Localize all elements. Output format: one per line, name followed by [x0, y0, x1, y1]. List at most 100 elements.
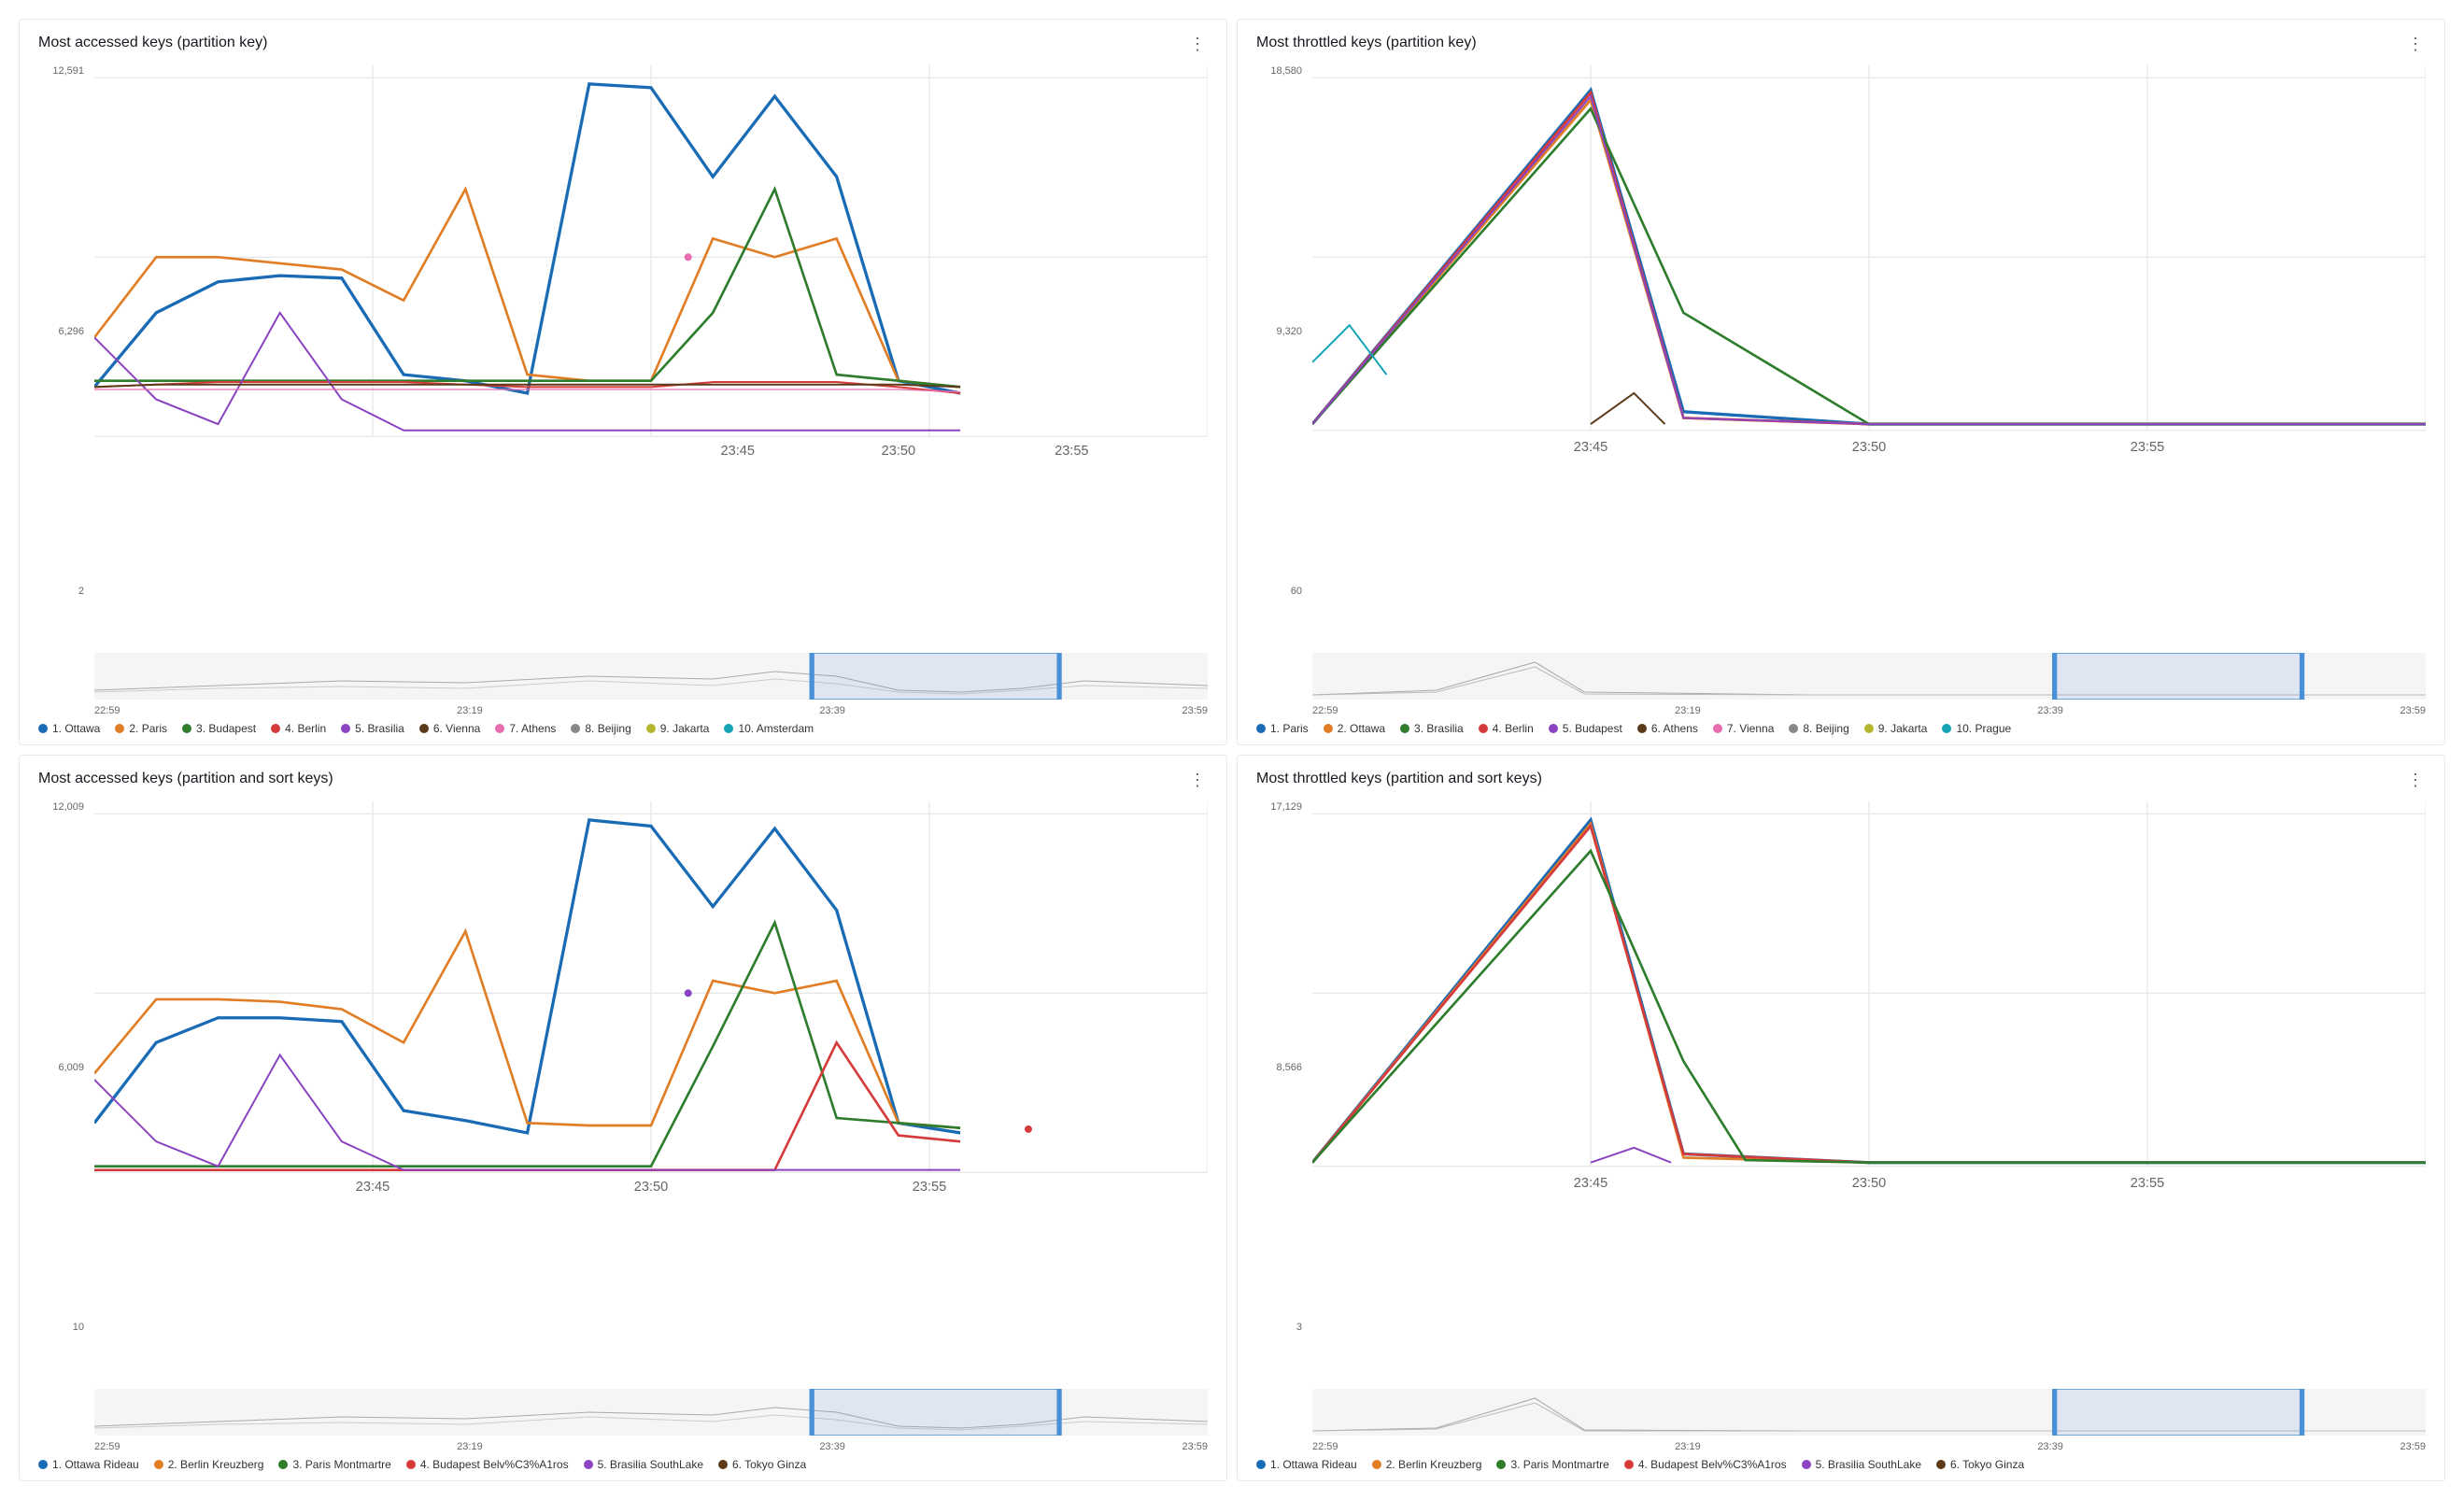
panel-bottom-right-chart-area: 17,129 8,566 3: [1256, 801, 2426, 1471]
legend-item-brasilia: 5. Brasilia: [341, 722, 404, 735]
legend-dot-beijing: [571, 724, 580, 733]
mini-chart-top-right[interactable]: [1312, 653, 2426, 700]
legend-dot-bl-budapest: [406, 1460, 416, 1469]
panel-top-left-title: Most accessed keys (partition key): [38, 35, 267, 51]
legend-item-bl-budapest: 4. Budapest Belv%C3%A1ros: [406, 1458, 569, 1471]
panel-top-right-header: Most throttled keys (partition key) ⋮: [1256, 35, 2426, 54]
x-axis-bottom-right: 22:59 23:19 23:39 23:59: [1312, 1439, 2426, 1452]
legend-item-bl-berlin: 2. Berlin Kreuzberg: [154, 1458, 264, 1471]
legend-dot-athens: [495, 724, 504, 733]
legend-dot-bl-berlin: [154, 1460, 163, 1469]
mini-chart-top-left[interactable]: [94, 653, 1208, 700]
panel-top-left-menu[interactable]: ⋮: [1189, 35, 1208, 54]
legend-item-tr-berlin: 4. Berlin: [1479, 722, 1534, 735]
panel-bottom-right-title: Most throttled keys (partition and sort …: [1256, 771, 1542, 787]
legend-dot-tr-berlin: [1479, 724, 1488, 733]
legend-dot-bl-tokyo: [718, 1460, 728, 1469]
main-chart-bottom-right: 23:45 23:50 23:55: [1312, 801, 2426, 1200]
dashboard: Most accessed keys (partition key) ⋮ 12,…: [0, 0, 2464, 1500]
main-chart-bottom-left: 23:45 23:50 23:55: [94, 801, 1208, 1200]
legend-dot-bl-paris: [278, 1460, 288, 1469]
legend-item-bl-ottawa: 1. Ottawa Rideau: [38, 1458, 139, 1471]
x-axis-top-left: 22:59 23:19 23:39 23:59: [94, 703, 1208, 716]
panel-top-left: Most accessed keys (partition key) ⋮ 12,…: [19, 19, 1227, 745]
legend-dot-tr-vienna: [1713, 724, 1722, 733]
legend-dot-tr-prague: [1942, 724, 1951, 733]
legend-item-bl-brasilia: 5. Brasilia SouthLake: [584, 1458, 703, 1471]
main-chart-top-right: 23:45 23:50 23:55: [1312, 65, 2426, 464]
legend-dot-tr-paris: [1256, 724, 1266, 733]
legend-item-ottawa: 1. Ottawa: [38, 722, 100, 735]
legend-dot-br-brasilia: [1802, 1460, 1811, 1469]
panel-bottom-left-header: Most accessed keys (partition and sort k…: [38, 771, 1208, 790]
legend-item-br-budapest: 4. Budapest Belv%C3%A1ros: [1624, 1458, 1787, 1471]
legend-item-bl-paris: 3. Paris Montmartre: [278, 1458, 390, 1471]
x-axis-top-right: 22:59 23:19 23:39 23:59: [1312, 703, 2426, 716]
svg-text:23:55: 23:55: [1055, 444, 1088, 459]
svg-text:23:50: 23:50: [634, 1180, 668, 1195]
legend-dot-tr-athens: [1637, 724, 1647, 733]
legend-dot-jakarta: [646, 724, 656, 733]
legend-dot-br-paris: [1496, 1460, 1506, 1469]
panel-top-left-chart-area: 12,591 6,296 2: [38, 65, 1208, 735]
legend-dot-tr-budapest: [1549, 724, 1558, 733]
legend-dot-brasilia: [341, 724, 350, 733]
svg-text:23:45: 23:45: [1574, 1176, 1607, 1191]
legend-item-paris: 2. Paris: [115, 722, 167, 735]
legend-item-tr-budapest: 5. Budapest: [1549, 722, 1622, 735]
panel-bottom-right-menu[interactable]: ⋮: [2407, 771, 2426, 790]
legend-item-athens: 7. Athens: [495, 722, 556, 735]
legend-item-tr-brasilia: 3. Brasilia: [1400, 722, 1464, 735]
svg-text:23:55: 23:55: [913, 1180, 946, 1195]
panel-top-right-title: Most throttled keys (partition key): [1256, 35, 1477, 51]
legend-bottom-right: 1. Ottawa Rideau 2. Berlin Kreuzberg 3. …: [1256, 1458, 2426, 1471]
y-axis-top-left: 12,591 6,296 2: [38, 65, 90, 597]
svg-text:23:45: 23:45: [721, 444, 755, 459]
legend-dot-br-tokyo: [1936, 1460, 1946, 1469]
legend-item-jakarta: 9. Jakarta: [646, 722, 710, 735]
panel-bottom-right: Most throttled keys (partition and sort …: [1237, 755, 2445, 1481]
legend-dot-paris: [115, 724, 124, 733]
legend-dot-ottawa: [38, 724, 48, 733]
legend-item-tr-athens: 6. Athens: [1637, 722, 1698, 735]
legend-dot-amsterdam: [724, 724, 733, 733]
legend-item-beijing: 8. Beijing: [571, 722, 630, 735]
legend-dot-bl-ottawa: [38, 1460, 48, 1469]
legend-dot-tr-jakarta: [1864, 724, 1874, 733]
legend-item-tr-prague: 10. Prague: [1942, 722, 2011, 735]
legend-item-berlin: 4. Berlin: [271, 722, 326, 735]
y-axis-top-right: 18,580 9,320 60: [1256, 65, 1308, 597]
panel-top-right-menu[interactable]: ⋮: [2407, 35, 2426, 54]
legend-item-tr-jakarta: 9. Jakarta: [1864, 722, 1928, 735]
legend-top-right: 1. Paris 2. Ottawa 3. Brasilia 4. Berlin: [1256, 722, 2426, 735]
legend-dot-bl-brasilia: [584, 1460, 593, 1469]
legend-item-tr-beijing: 8. Beijing: [1789, 722, 1848, 735]
mini-chart-bottom-left[interactable]: [94, 1389, 1208, 1436]
legend-item-budapest: 3. Budapest: [182, 722, 256, 735]
legend-item-br-berlin: 2. Berlin Kreuzberg: [1372, 1458, 1482, 1471]
legend-dot-br-berlin: [1372, 1460, 1381, 1469]
legend-dot-tr-beijing: [1789, 724, 1798, 733]
svg-text:23:50: 23:50: [1852, 1176, 1886, 1191]
legend-dot-tr-brasilia: [1400, 724, 1409, 733]
legend-dot-tr-ottawa: [1324, 724, 1333, 733]
panel-bottom-right-header: Most throttled keys (partition and sort …: [1256, 771, 2426, 790]
legend-item-br-tokyo: 6. Tokyo Ginza: [1936, 1458, 2024, 1471]
mini-chart-bottom-right[interactable]: [1312, 1389, 2426, 1436]
legend-top-left: 1. Ottawa 2. Paris 3. Budapest 4. Berlin: [38, 722, 1208, 735]
panel-bottom-left-menu[interactable]: ⋮: [1189, 771, 1208, 790]
svg-text:23:55: 23:55: [2131, 1176, 2164, 1191]
svg-text:23:50: 23:50: [882, 444, 915, 459]
panel-bottom-left-title: Most accessed keys (partition and sort k…: [38, 771, 333, 787]
svg-text:23:50: 23:50: [1852, 440, 1886, 455]
legend-dot-berlin: [271, 724, 280, 733]
legend-item-br-ottawa: 1. Ottawa Rideau: [1256, 1458, 1357, 1471]
panel-bottom-left: Most accessed keys (partition and sort k…: [19, 755, 1227, 1481]
svg-text:23:45: 23:45: [356, 1180, 389, 1195]
panel-top-left-header: Most accessed keys (partition key) ⋮: [38, 35, 1208, 54]
svg-text:23:45: 23:45: [1574, 440, 1607, 455]
panel-top-right-chart-area: 18,580 9,320 60: [1256, 65, 2426, 735]
legend-dot-br-ottawa: [1256, 1460, 1266, 1469]
legend-item-tr-vienna: 7. Vienna: [1713, 722, 1775, 735]
legend-item-amsterdam: 10. Amsterdam: [724, 722, 814, 735]
